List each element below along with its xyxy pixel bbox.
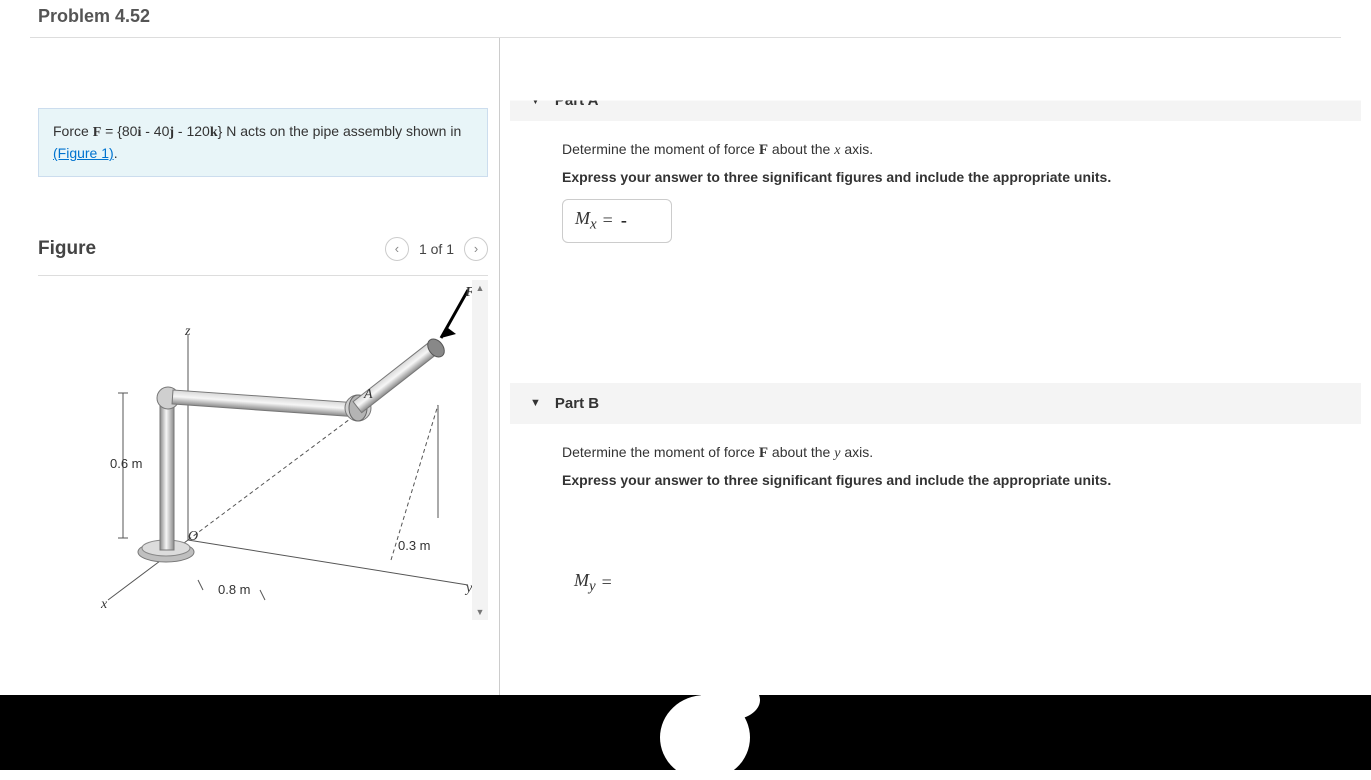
left-pane: Force F = {80i - 40j - 120k} N acts on t…	[0, 38, 500, 770]
pb-i1-pre: Determine the moment of force	[562, 444, 759, 460]
label-d2: 0.8 m	[218, 582, 251, 597]
figure-divider	[38, 275, 488, 276]
pb-eq: =	[602, 572, 612, 593]
info-period: .	[114, 145, 118, 161]
figure-prev-button[interactable]: ‹	[385, 237, 409, 261]
problem-statement: Force F = {80i - 40j - 120k} N acts on t…	[38, 108, 488, 177]
part-b-instruction: Determine the moment of force F about th…	[562, 444, 1327, 462]
pa-i1-pre: Determine the moment of force	[562, 141, 759, 157]
chevron-down-icon: ▼	[530, 397, 541, 409]
occlusion-blob	[700, 680, 760, 720]
part-b-answer-box[interactable]: My =	[562, 562, 672, 604]
label-d3: 0.3 m	[398, 538, 431, 553]
pa-i1-post: axis.	[840, 141, 873, 157]
part-b-header[interactable]: ▼ Part B	[510, 383, 1361, 424]
pa-var: Mx	[575, 208, 597, 234]
label-O: O	[188, 529, 198, 544]
bottom-bar	[0, 695, 1371, 770]
part-b-title: Part B	[555, 395, 599, 412]
figure-counter: 1 of 1	[419, 241, 454, 257]
pb-F: F	[759, 445, 768, 461]
figure-nav: ‹ 1 of 1 ›	[385, 237, 488, 261]
part-a-instruction: Determine the moment of force F about th…	[562, 141, 1327, 159]
force-symbol: F	[93, 125, 102, 140]
scroll-down-icon[interactable]: ▼	[472, 604, 488, 620]
part-a-body: Determine the moment of force F about th…	[510, 141, 1361, 383]
info-prefix: Force	[53, 123, 93, 139]
figure-link[interactable]: (Figure 1)	[53, 145, 114, 161]
part-a-answer-box[interactable]: Mx =	[562, 199, 672, 243]
info-suffix: acts on the pipe assembly shown in	[236, 123, 461, 139]
pipe-assembly-diagram: F A O z x y 0.6 m 0.8 m 0.3 m	[68, 280, 478, 620]
chevron-down-icon: ▼	[530, 95, 541, 107]
pb-i1-post: axis.	[840, 444, 873, 460]
part-b-body: Determine the moment of force F about th…	[510, 444, 1361, 624]
scroll-up-icon[interactable]: ▲	[472, 280, 488, 296]
unit-k: k	[210, 125, 218, 140]
pa-i1-mid: about the	[768, 141, 834, 157]
label-x: x	[100, 597, 108, 612]
pb-var: My	[574, 570, 596, 596]
part-a-input[interactable]	[619, 209, 649, 232]
part-a-format: Express your answer to three significant…	[562, 169, 1327, 185]
part-a-header[interactable]: ▼ Part A	[510, 80, 1361, 121]
pa-F: F	[759, 142, 768, 158]
part-a-title: Part A	[555, 92, 599, 109]
figure-body: F A O z x y 0.6 m 0.8 m 0.3 m ▲	[38, 280, 488, 620]
figure-scrollbar[interactable]: ▲ ▼	[472, 280, 488, 620]
right-pane: ▼ Part A Determine the moment of force F…	[500, 38, 1371, 770]
figure-next-button[interactable]: ›	[464, 237, 488, 261]
label-d1: 0.6 m	[110, 456, 143, 471]
info-mid2: - 120	[174, 123, 210, 139]
info-mid1: - 40	[141, 123, 169, 139]
figure-title: Figure	[38, 238, 96, 260]
pa-eq: =	[603, 210, 613, 231]
part-b-input[interactable]	[618, 571, 648, 594]
problem-title: Problem 4.52	[0, 0, 1371, 37]
info-eq: = {80	[101, 123, 137, 139]
label-A: A	[363, 387, 373, 402]
label-z: z	[184, 324, 191, 339]
pb-i1-mid: about the	[768, 444, 834, 460]
part-b-format: Express your answer to three significant…	[562, 472, 1327, 488]
info-unit: } N	[218, 123, 237, 139]
